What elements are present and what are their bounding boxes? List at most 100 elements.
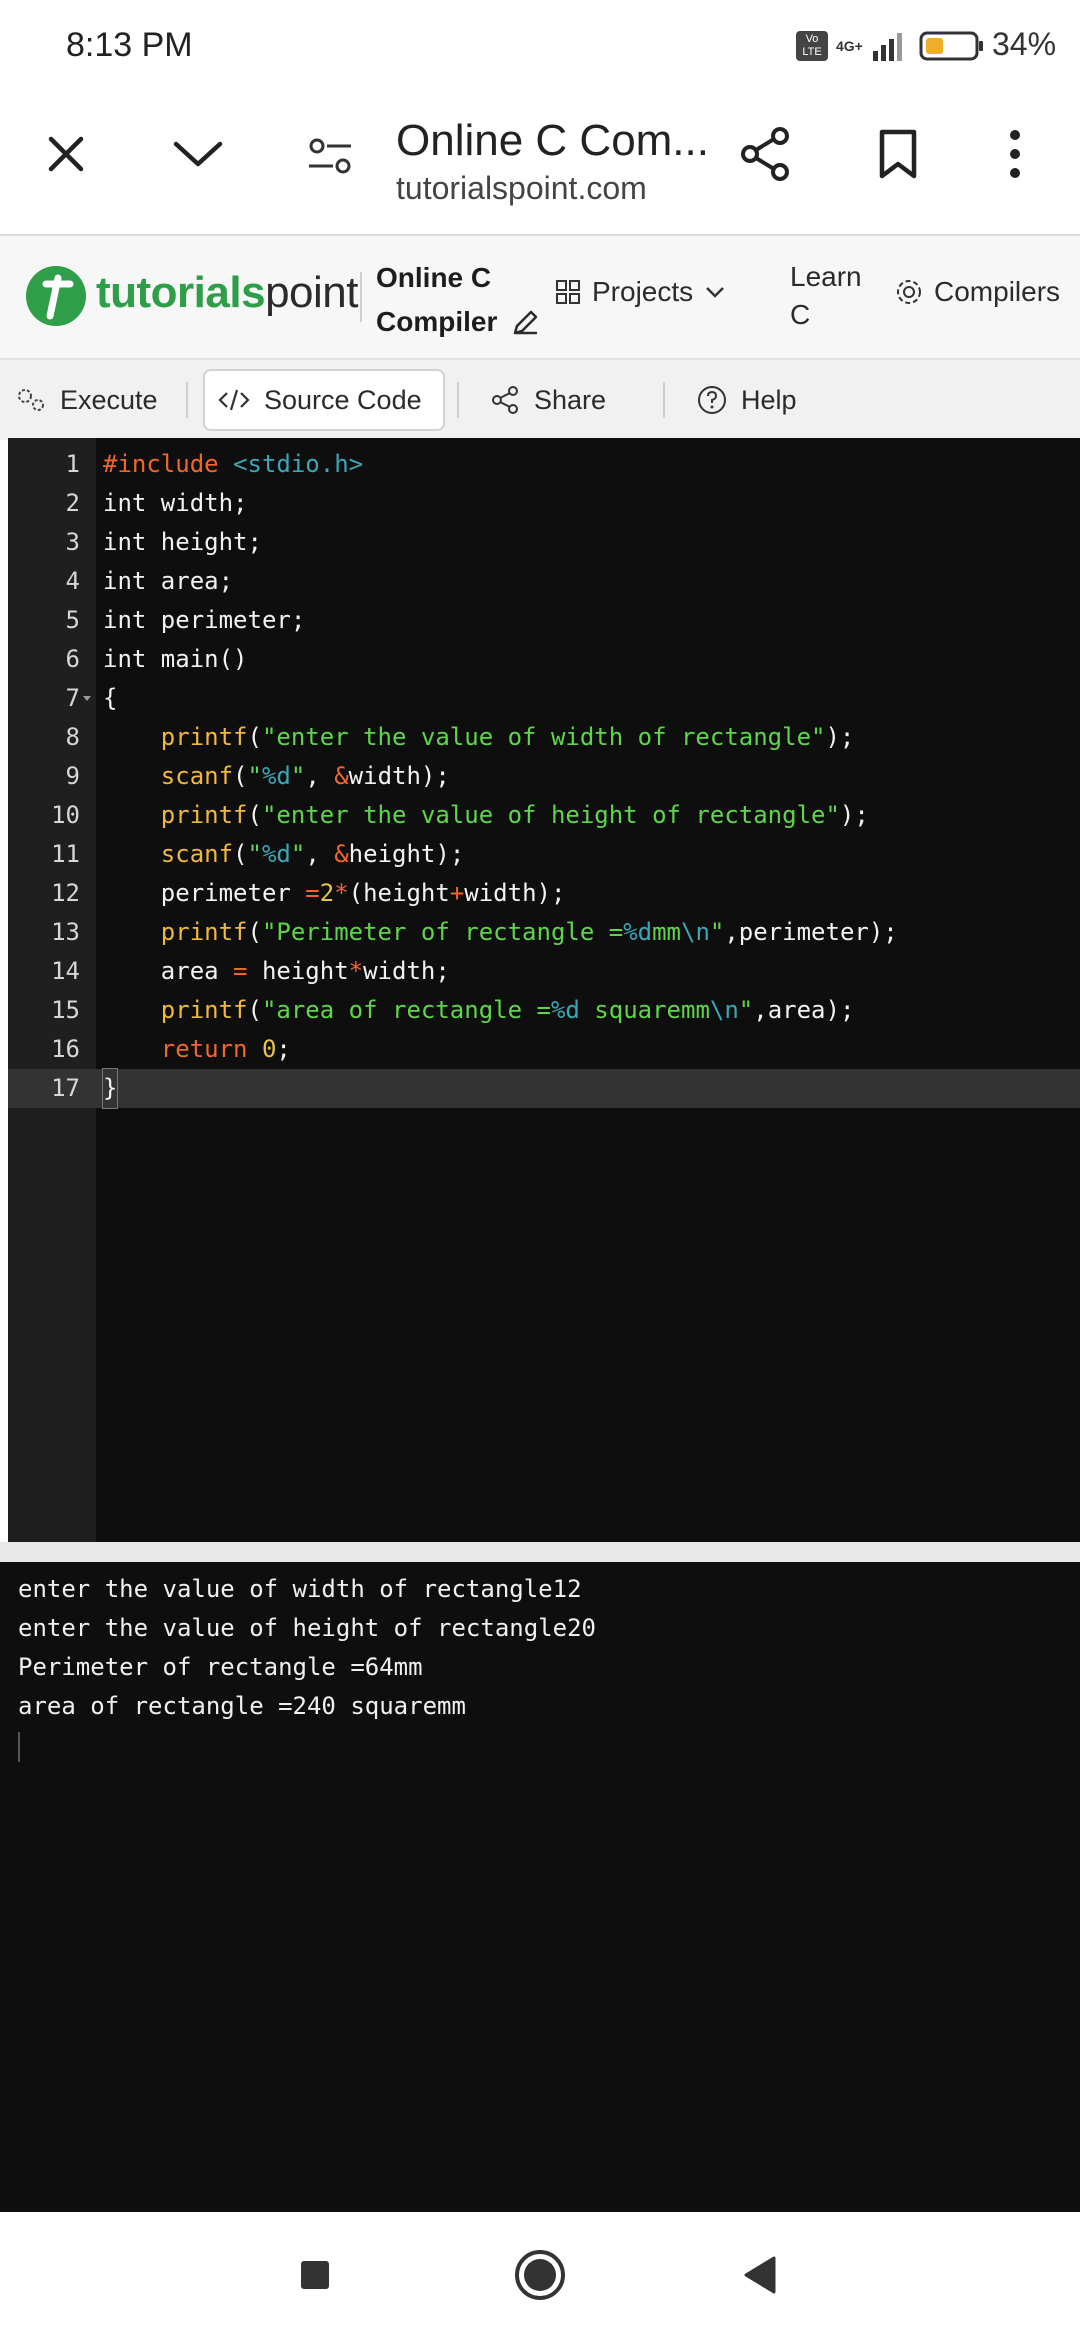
line-number: 3 — [65, 528, 80, 556]
home-button[interactable] — [505, 2240, 575, 2310]
line-number: 1 — [65, 450, 80, 478]
battery-icon — [919, 31, 983, 61]
code-line[interactable]: 5 int perimeter; — [8, 601, 1080, 640]
signal-icon — [872, 33, 902, 61]
chevron-down-icon — [173, 141, 223, 167]
source-code-tab[interactable]: Source Code — [218, 360, 422, 440]
code-line[interactable]: 14 area = height*width; — [8, 952, 1080, 991]
back-button[interactable] — [725, 2240, 795, 2310]
logo-link[interactable]: tutorialspoint — [24, 264, 358, 328]
line-number: 7 — [65, 684, 80, 712]
code-line[interactable]: 3 int height; — [8, 523, 1080, 562]
toolbar-divider — [663, 382, 665, 418]
page-title: Online C Com... — [396, 116, 709, 165]
line-number: 12 — [51, 879, 80, 907]
back-triangle-icon — [744, 2256, 776, 2294]
output-line: enter the value of width of rectangle12 — [18, 1575, 582, 1603]
recents-button[interactable] — [280, 2240, 350, 2310]
line-number: 15 — [51, 996, 80, 1024]
site-settings-button[interactable] — [300, 126, 360, 186]
compiler-toolbar: Execute Source Code Share Help — [0, 360, 1080, 440]
network-indicators: Vo LTE 4G+ — [796, 30, 985, 62]
fold-arrow-icon[interactable] — [82, 695, 92, 703]
browser-toolbar: Online C Com... tutorialspoint.com — [0, 96, 1080, 236]
execute-button[interactable]: Execute — [16, 360, 158, 440]
share-label: Share — [534, 384, 607, 415]
code-line[interactable]: 8 printf("enter the value of width of re… — [8, 718, 1080, 757]
page-url[interactable]: tutorialspoint.com — [396, 170, 647, 207]
close-icon — [48, 136, 84, 172]
close-tab-button[interactable] — [36, 124, 96, 184]
code-line[interactable]: 16 return 0; — [8, 1030, 1080, 1069]
share-page-button[interactable] — [736, 122, 796, 186]
help-icon — [698, 386, 726, 414]
compiler-title-line1: Online C — [376, 262, 492, 293]
code-line[interactable]: 15 printf("area of rectangle =%d squarem… — [8, 991, 1080, 1030]
output-terminal[interactable]: enter the value of width of rectangle12 … — [0, 1562, 1080, 2212]
line-number: 5 — [65, 606, 80, 634]
code-line[interactable]: 1 #include <stdio.h> — [8, 445, 1080, 484]
terminal-cursor — [18, 1732, 20, 1762]
projects-menu[interactable]: Projects — [556, 276, 725, 308]
compiler-title: Online C Compiler — [376, 256, 541, 344]
battery-percentage: 34% — [992, 26, 1057, 62]
code-line[interactable]: 10 printf("enter the value of height of … — [8, 796, 1080, 835]
gears-icon — [18, 389, 44, 411]
help-label: Help — [741, 384, 797, 415]
logo-wordmark: tutorialspoint — [96, 268, 358, 318]
more-vertical-icon — [1010, 130, 1020, 178]
line-number: 6 — [65, 645, 80, 673]
line-number: 11 — [51, 840, 80, 868]
output-line: Perimeter of rectangle =64mm — [18, 1653, 423, 1681]
tutorialspoint-logo-icon — [26, 266, 86, 326]
line-number: 10 — [51, 801, 80, 829]
code-line[interactable]: 17} — [8, 1068, 1080, 1109]
system-nav-bar — [0, 2212, 1080, 2340]
status-time: 8:13 PM — [66, 26, 193, 64]
status-bar: 8:13 PM Vo LTE 4G+ 34% — [0, 0, 1080, 96]
code-line[interactable]: 6 int main() — [8, 640, 1080, 679]
learn-c-link[interactable]: Learn C — [790, 258, 862, 334]
square-icon — [301, 2261, 329, 2289]
compilers-label: Compilers — [934, 276, 1061, 307]
bookmark-button[interactable] — [868, 124, 928, 184]
line-number: 2 — [65, 489, 80, 517]
share-icon — [492, 386, 518, 414]
code-lines: 1 #include <stdio.h> 2 int width; 3 int hei… — [8, 445, 1080, 1145]
line-number: 8 — [65, 723, 80, 751]
compiler-title-line2: Compiler — [376, 306, 498, 337]
learn-line1: Learn — [790, 261, 862, 292]
code-line[interactable]: 4 int area; — [8, 562, 1080, 601]
edit-icon[interactable] — [511, 307, 541, 337]
code-line[interactable]: 2 int width; — [8, 484, 1080, 523]
minimize-button[interactable] — [168, 124, 228, 184]
help-button[interactable]: Help — [697, 360, 797, 440]
line-number: 9 — [65, 762, 80, 790]
code-line[interactable]: 13 printf("Perimeter of rectangle =%dmm\… — [8, 913, 1080, 952]
output-line: enter the value of height of rectangle20 — [18, 1614, 596, 1642]
line-number: 16 — [51, 1035, 80, 1063]
tune-icon — [309, 138, 351, 174]
toolbar-divider — [186, 382, 188, 418]
logo-bold-text: tutorials — [96, 268, 266, 317]
code-line[interactable]: 9 scanf("%d", &width); — [8, 757, 1080, 796]
code-icon — [218, 389, 250, 411]
source-code-label: Source Code — [264, 384, 422, 415]
output-line: area of rectangle =240 squaremm — [18, 1692, 466, 1720]
volte-icon: Vo LTE — [796, 31, 828, 61]
network-type: 4G+ — [836, 38, 863, 54]
code-line[interactable]: 7{ — [8, 679, 1080, 718]
gear-icon — [897, 280, 921, 304]
more-options-button[interactable] — [990, 124, 1040, 184]
learn-line2: C — [790, 299, 811, 330]
code-line[interactable]: 11 scanf("%d", &height); — [8, 835, 1080, 874]
line-number: 14 — [51, 957, 80, 985]
compilers-menu[interactable]: Compilers — [894, 276, 1060, 308]
line-number: 13 — [51, 918, 80, 946]
share-button[interactable]: Share — [490, 360, 606, 440]
chevron-down-icon — [706, 287, 725, 298]
site-header: tutorialspoint Online C Compiler Project… — [0, 236, 1080, 360]
code-line[interactable]: 12 perimeter =2*(height+width); — [8, 874, 1080, 913]
pane-divider[interactable] — [0, 1542, 1080, 1562]
grid-icon — [556, 280, 580, 304]
